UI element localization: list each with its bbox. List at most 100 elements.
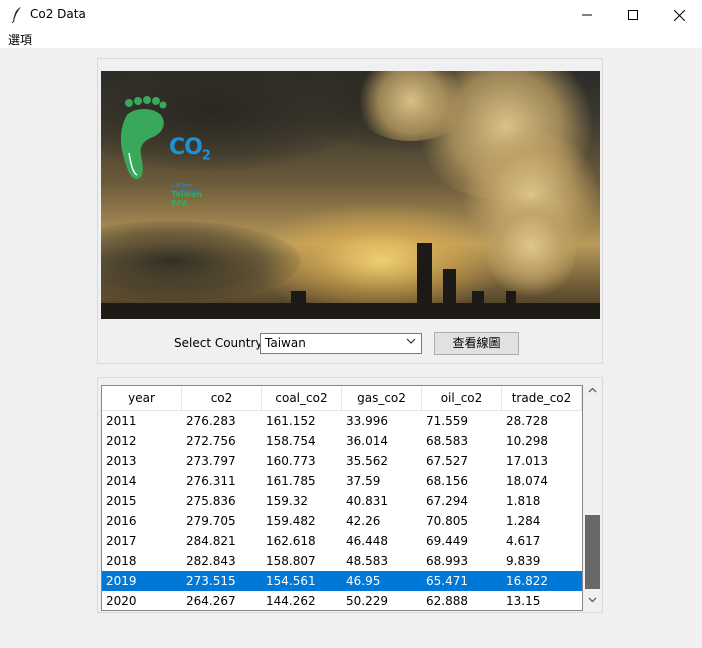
country-select[interactable]: Taiwan	[260, 333, 422, 354]
table-cell: 2015	[106, 494, 137, 508]
table-cell: 2018	[106, 554, 137, 568]
table-cell: 144.262	[266, 594, 316, 608]
table-row[interactable]: 2013 273.797 160.773 35.562 67.527 17.013	[102, 451, 582, 471]
table-cell: 275.836	[186, 494, 236, 508]
country-select-value: Taiwan	[265, 336, 306, 350]
table-cell: 2017	[106, 534, 137, 548]
table-cell: 158.807	[266, 554, 316, 568]
table-cell: 68.993	[426, 554, 468, 568]
menu-options[interactable]: 選項	[8, 31, 32, 48]
scroll-up-button[interactable]	[584, 385, 601, 402]
table-cell: 16.822	[506, 574, 548, 588]
column-header-gas-co2[interactable]: gas_co2	[342, 386, 422, 410]
table-cell: 1.818	[506, 494, 541, 508]
scroll-thumb[interactable]	[585, 515, 600, 589]
footprint-icon	[120, 96, 167, 180]
table-cell: 42.26	[346, 514, 381, 528]
minimize-button[interactable]	[564, 0, 610, 30]
close-icon	[673, 9, 685, 21]
column-header-year[interactable]: year	[102, 386, 182, 410]
table-cell: 276.311	[186, 474, 236, 488]
table-cell: 40.831	[346, 494, 388, 508]
table-cell: 33.996	[346, 414, 388, 428]
table-cell: 160.773	[266, 454, 316, 468]
table-cell: 264.267	[186, 594, 236, 608]
table-cell: 68.583	[426, 434, 468, 448]
view-chart-button[interactable]: 查看線圖	[434, 332, 519, 355]
table-cell: 2011	[106, 414, 137, 428]
table-row[interactable]: 2014 276.311 161.785 37.59 68.156 18.074	[102, 471, 582, 491]
window-title: Co2 Data	[30, 7, 86, 21]
table-cell: 2013	[106, 454, 137, 468]
table-scrollbar[interactable]	[584, 385, 601, 611]
column-header-trade-co2[interactable]: trade_co2	[502, 386, 582, 410]
scroll-down-button[interactable]	[584, 594, 601, 611]
table-row[interactable]: 2019 273.515 154.561 46.95 65.471 16.822	[102, 571, 582, 591]
table-cell: 70.805	[426, 514, 468, 528]
table-body: 2011 276.283 161.152 33.996 71.559 28.728 2012…	[102, 411, 582, 610]
table-row[interactable]: 2011 276.283 161.152 33.996 71.559 28.728	[102, 411, 582, 431]
menu-bar: 選項	[0, 30, 702, 48]
table-cell: 2016	[106, 514, 137, 528]
chevron-down-icon	[588, 597, 597, 603]
chevron-down-icon[interactable]	[406, 335, 416, 350]
table-cell: 2014	[106, 474, 137, 488]
table-cell: 46.95	[346, 574, 381, 588]
feather-icon	[11, 7, 21, 24]
banner-image: CO2 Carbon Footprint Taiwan EPA	[101, 71, 600, 319]
table-cell: 273.515	[186, 574, 236, 588]
table-header: year co2 coal_co2 gas_co2 oil_co2 trade_co2	[102, 386, 582, 411]
column-header-oil-co2[interactable]: oil_co2	[422, 386, 502, 410]
data-table[interactable]: year co2 coal_co2 gas_co2 oil_co2 trade_co2 2…	[101, 385, 583, 611]
table-cell: 71.559	[426, 414, 468, 428]
table-cell: 2012	[106, 434, 137, 448]
table-cell: 13.15	[506, 594, 541, 608]
close-button[interactable]	[656, 0, 702, 30]
maximize-button[interactable]	[610, 0, 656, 30]
table-cell: 10.298	[506, 434, 548, 448]
co2-logo: CO2 Carbon Footprint Taiwan EPA	[119, 95, 219, 208]
table-row[interactable]: 2020 264.267 144.262 50.229 62.888 13.15	[102, 591, 582, 610]
table-cell: 276.283	[186, 414, 236, 428]
chevron-up-icon	[588, 387, 597, 393]
table-cell: 279.705	[186, 514, 236, 528]
table-cell: 28.728	[506, 414, 548, 428]
logo-co2-text: CO2	[169, 135, 211, 164]
table-cell: 284.821	[186, 534, 236, 548]
table-row[interactable]: 2017 284.821 162.618 46.448 69.449 4.617	[102, 531, 582, 551]
table-cell: 69.449	[426, 534, 468, 548]
table-row[interactable]: 2015 275.836 159.32 40.831 67.294 1.818	[102, 491, 582, 511]
table-cell: 159.482	[266, 514, 316, 528]
column-header-coal-co2[interactable]: coal_co2	[262, 386, 342, 410]
table-cell: 65.471	[426, 574, 468, 588]
table-cell: 282.843	[186, 554, 236, 568]
title-bar: Co2 Data	[0, 0, 702, 30]
table-cell: 35.562	[346, 454, 388, 468]
table-cell: 36.014	[346, 434, 388, 448]
table-cell: 18.074	[506, 474, 548, 488]
table-row[interactable]: 2016 279.705 159.482 42.26 70.805 1.284	[102, 511, 582, 531]
table-cell: 48.583	[346, 554, 388, 568]
table-cell: 2020	[106, 594, 137, 608]
table-cell: 17.013	[506, 454, 548, 468]
maximize-icon	[628, 10, 638, 20]
logo-org: Taiwan EPA	[171, 190, 203, 208]
select-country-label: Select Country:	[174, 336, 266, 350]
table-cell: 2019	[106, 574, 137, 588]
table-cell: 272.756	[186, 434, 236, 448]
table-row[interactable]: 2018 282.843 158.807 48.583 68.993 9.839	[102, 551, 582, 571]
table-cell: 37.59	[346, 474, 381, 488]
table-cell: 9.839	[506, 554, 541, 568]
column-header-co2[interactable]: co2	[182, 386, 262, 410]
table-cell: 1.284	[506, 514, 541, 528]
table-cell: 4.617	[506, 534, 541, 548]
table-row[interactable]: 2012 272.756 158.754 36.014 68.583 10.298	[102, 431, 582, 451]
table-cell: 50.229	[346, 594, 388, 608]
table-cell: 161.785	[266, 474, 316, 488]
table-cell: 67.527	[426, 454, 468, 468]
table-cell: 162.618	[266, 534, 316, 548]
table-cell: 159.32	[266, 494, 308, 508]
table-cell: 67.294	[426, 494, 468, 508]
table-cell: 46.448	[346, 534, 388, 548]
table-cell: 68.156	[426, 474, 468, 488]
